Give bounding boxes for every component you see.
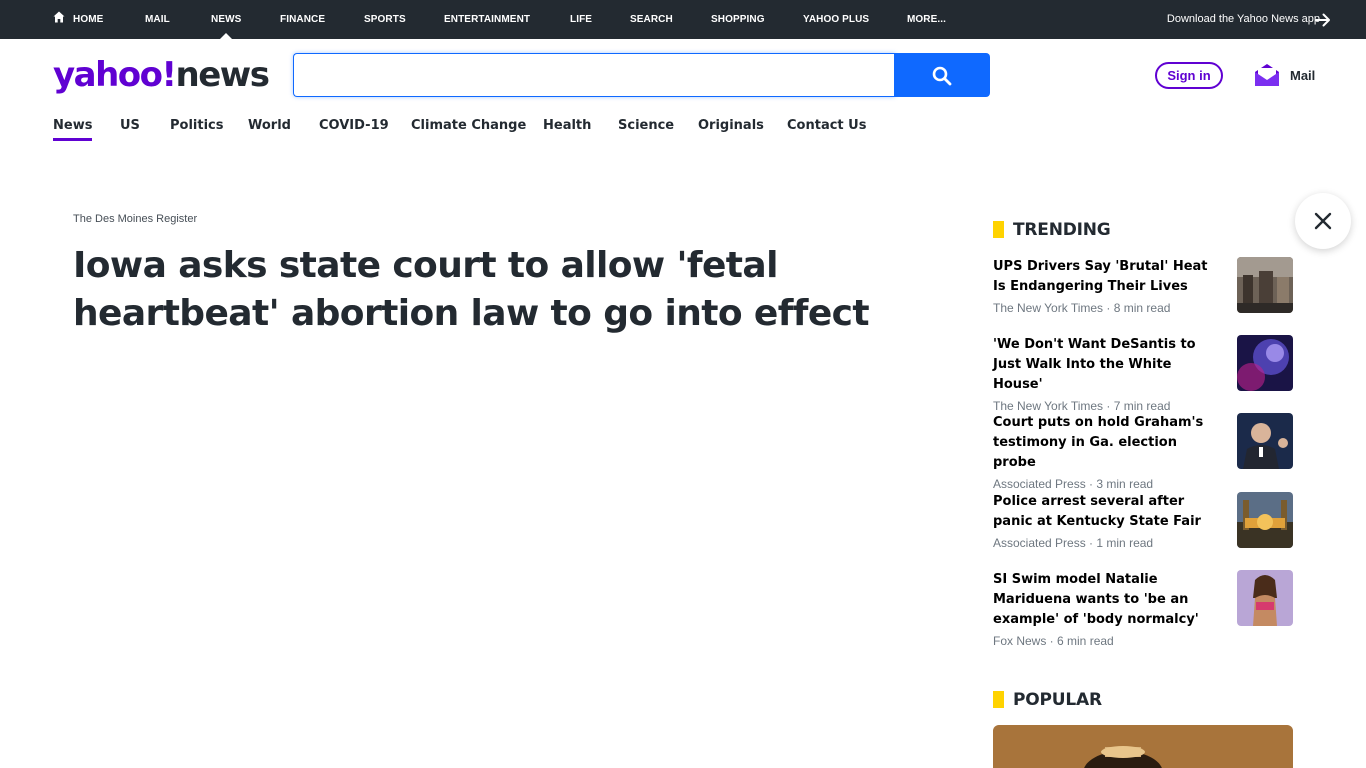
trending-item[interactable]: Police arrest several after panic at Ken… [993,492,1293,550]
trending-item[interactable]: UPS Drivers Say 'Brutal' Heat Is Endange… [993,257,1293,315]
trending-item-meta: Associated Press · 3 min read [993,477,1154,491]
trending-thumbnail[interactable] [1237,492,1293,548]
tab-politics[interactable]: Politics [170,118,224,133]
download-app-link[interactable]: Download the Yahoo News app [1167,0,1320,39]
home-icon [53,11,65,23]
topnav-more[interactable]: MORE... [907,0,946,39]
article-headline: Iowa asks state court to allow 'fetal he… [73,245,870,334]
trending-item-title[interactable]: Court puts on hold Graham's testimony in… [993,413,1221,473]
logo-exclaim: ! [161,55,178,95]
trending-title: TRENDING [993,220,1111,240]
tab-science[interactable]: Science [618,118,674,133]
topnav-yahoo-plus[interactable]: YAHOO PLUS [803,0,869,39]
trending-item-meta: Fox News · 6 min read [993,634,1114,648]
trending-thumbnail[interactable] [1237,413,1293,469]
arrow-right-icon[interactable] [1314,11,1332,29]
top-navigation-bar: HOME MAIL NEWS FINANCE SPORTS ENTERTAINM… [0,0,1366,39]
trending-item-title[interactable]: Police arrest several after panic at Ken… [993,492,1221,532]
search-box [293,53,895,97]
search-icon [932,66,952,86]
tab-covid-19[interactable]: COVID-19 [319,118,389,133]
mail-label[interactable]: Mail [1290,68,1315,83]
trending-item[interactable]: Court puts on hold Graham's testimony in… [993,413,1293,491]
trending-item-title[interactable]: SI Swim model Natalie Mariduena wants to… [993,570,1221,630]
topnav-shopping[interactable]: SHOPPING [711,0,765,39]
close-button[interactable] [1295,193,1351,249]
tab-originals[interactable]: Originals [698,118,764,133]
trending-thumbnail[interactable] [1237,335,1293,391]
search-input[interactable] [294,54,895,96]
topnav-finance[interactable]: FINANCE [280,0,325,39]
close-icon [1314,212,1332,230]
tab-health[interactable]: Health [543,118,591,133]
popular-thumbnail[interactable] [993,725,1293,768]
trending-item[interactable]: 'We Don't Want DeSantis to Just Walk Int… [993,335,1293,413]
topnav-life[interactable]: LIFE [570,0,592,39]
topnav-home[interactable]: HOME [53,0,103,39]
logo-news-text: news [175,55,270,95]
trending-item-meta: The New York Times · 7 min read [993,399,1171,413]
logo-yahoo-text: yahoo [53,55,163,95]
tab-world[interactable]: World [248,118,291,133]
popular-title: POPULAR [993,690,1102,710]
tab-news[interactable]: News [53,118,93,141]
trending-item-title[interactable]: 'We Don't Want DeSantis to Just Walk Int… [993,335,1221,395]
search-button[interactable] [894,53,990,97]
trending-thumbnail[interactable] [1237,570,1293,626]
tab-us[interactable]: US [120,118,140,133]
topnav-search[interactable]: SEARCH [630,0,673,39]
topnav-entertainment[interactable]: ENTERTAINMENT [444,0,530,39]
topnav-mail[interactable]: MAIL [145,0,170,39]
yahoo-news-logo[interactable]: yahoo!news [53,55,270,95]
article-source[interactable]: The Des Moines Register [73,213,197,225]
trending-thumbnail[interactable] [1237,257,1293,313]
topnav-sports[interactable]: SPORTS [364,0,406,39]
trending-item[interactable]: SI Swim model Natalie Mariduena wants to… [993,570,1293,648]
sign-in-button[interactable]: Sign in [1155,62,1223,89]
mail-icon[interactable] [1254,62,1280,88]
topnav-news[interactable]: NEWS [211,0,241,39]
tab-climate-change[interactable]: Climate Change [411,118,526,133]
trending-item-title[interactable]: UPS Drivers Say 'Brutal' Heat Is Endange… [993,257,1221,297]
tab-contact-us[interactable]: Contact Us [787,118,866,133]
